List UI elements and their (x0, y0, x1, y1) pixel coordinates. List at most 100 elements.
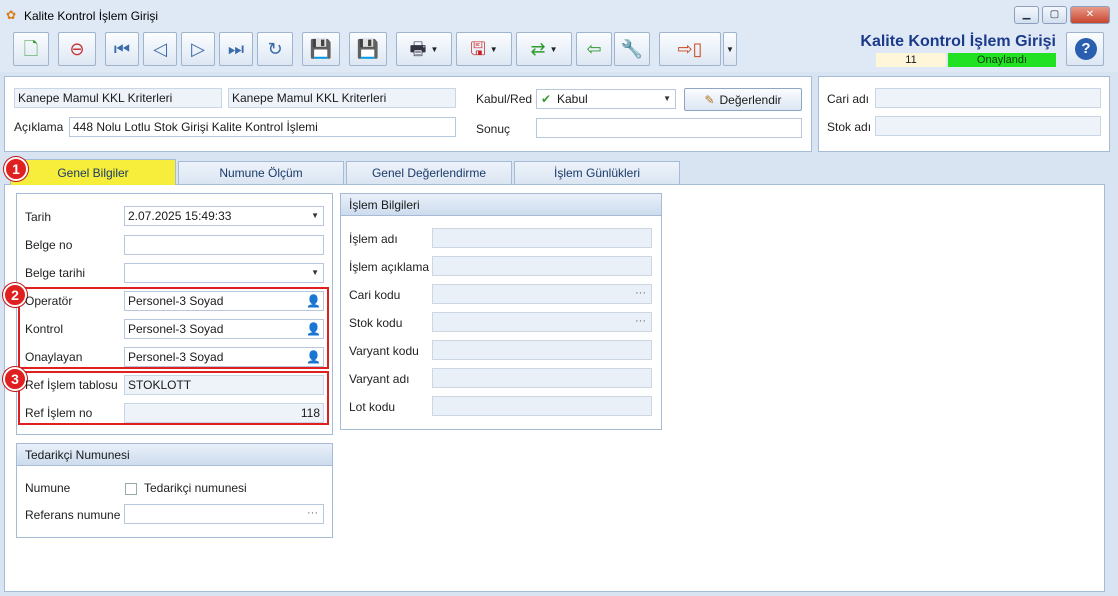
help-button[interactable]: ? (1066, 32, 1104, 66)
sonuc-label: Sonuç (476, 122, 511, 136)
stok-kodu-label: Stok kodu (349, 316, 403, 330)
close-button[interactable]: ✕ (1070, 6, 1110, 24)
tab-numune-olcum[interactable]: Numune Ölçüm (178, 161, 344, 184)
onaylayan-value: Personel-3 Soyad (128, 350, 224, 364)
save-cancel-icon: 💾 (356, 39, 380, 59)
kontrol-label: Kontrol (25, 322, 64, 336)
tarih-label: Tarih (25, 210, 52, 224)
previous-record-button[interactable]: ◁ (143, 32, 177, 66)
marker-2: 2 (3, 283, 27, 307)
import-export-button[interactable]: ⇄ ▼ (516, 32, 572, 66)
referans-numune-field[interactable]: ··· (124, 504, 324, 524)
kontrol-field[interactable]: Personel-3 Soyad 👤 (124, 319, 324, 339)
islem-aciklama-label: İşlem açıklama (349, 260, 430, 274)
first-record-button[interactable]: ⏮ (105, 32, 139, 66)
kabul-red-select[interactable]: ✔ Kabul ▼ (536, 89, 676, 109)
check-icon: ✔ (541, 92, 552, 106)
ref-islem-no-field: 118 (124, 403, 324, 423)
transfer-icon: ⇄ (530, 39, 546, 59)
stok-adi-label: Stok adı (827, 120, 872, 134)
islem-adi-label: İşlem adı (349, 232, 398, 246)
varyant-kodu-field (432, 340, 652, 360)
title-bar (0, 0, 1118, 30)
printer-icon: 🖶 (409, 39, 427, 59)
belge-tarihi-label: Belge tarihi (25, 266, 86, 280)
chevron-down-icon: ▼ (430, 44, 439, 54)
tedarikci-numunesi-checkbox[interactable] (125, 483, 137, 495)
onaylayan-field[interactable]: Personel-3 Soyad 👤 (124, 347, 324, 367)
chevron-down-icon: ▼ (311, 211, 319, 220)
sonuc-input[interactable] (536, 118, 802, 138)
person-lookup-icon[interactable]: 👤 (306, 322, 321, 336)
ellipsis-icon: ··· (635, 315, 646, 327)
marker-1: 1 (4, 157, 28, 181)
criteria-code-field: Kanepe Mamul KKL Kriterleri (14, 88, 222, 108)
record-number: 11 (876, 53, 946, 67)
operator-field[interactable]: Personel-3 Soyad 👤 (124, 291, 324, 311)
maximize-button[interactable]: ▢ (1042, 6, 1067, 24)
marker-3: 3 (3, 367, 27, 391)
varyant-kodu-label: Varyant kodu (349, 344, 419, 358)
exit-button[interactable]: ⇨▯ (659, 32, 721, 66)
settings-button[interactable]: 🔧 (614, 32, 650, 66)
chevron-down-icon: ▼ (549, 44, 558, 54)
back-arrow-icon: ⇦ (586, 39, 602, 59)
tab-genel-bilgiler[interactable]: Genel Bilgiler (10, 159, 176, 185)
person-lookup-icon[interactable]: 👤 (306, 350, 321, 364)
tab-islem-gunlukleri[interactable]: İşlem Günlükleri (514, 161, 680, 184)
kabul-red-value: Kabul (557, 92, 588, 106)
pdf-export-button[interactable]: 🖫 ▼ (456, 32, 512, 66)
ellipsis-icon[interactable]: ··· (307, 505, 318, 522)
tarih-value: 2.07.2025 15:49:33 (128, 209, 232, 223)
criteria-name-field: Kanepe Mamul KKL Kriterleri (228, 88, 456, 108)
operator-label: Operatör (25, 294, 73, 308)
save-close-button[interactable]: 💾 (349, 32, 387, 66)
last-record-button[interactable]: ⏭ (219, 32, 253, 66)
kabul-red-label: Kabul/Red (476, 92, 533, 106)
belge-no-input[interactable] (124, 235, 324, 255)
delete-document-icon: ⊖ (69, 39, 85, 59)
delete-record-button[interactable]: ⊖ (58, 32, 96, 66)
islem-aciklama-field (432, 256, 652, 276)
numune-label: Numune (25, 481, 71, 495)
add-document-icon: 🗋 (23, 39, 39, 59)
save-button[interactable]: 💾 (302, 32, 340, 66)
status-badge: Onaylandı (948, 53, 1056, 67)
print-button[interactable]: 🖶 ▼ (396, 32, 452, 66)
referans-numune-label: Referans numune (25, 508, 121, 522)
window-title: Kalite Kontrol İşlem Girişi (24, 9, 159, 23)
islem-bilgileri-header: İşlem Bilgileri (341, 194, 661, 216)
new-record-button[interactable]: 🗋 (13, 32, 49, 66)
cari-kodu-field: ··· (432, 284, 652, 304)
chevron-down-icon: ▼ (489, 44, 498, 54)
stok-kodu-field: ··· (432, 312, 652, 332)
cari-adi-label: Cari adı (827, 92, 870, 106)
islem-adi-field (432, 228, 652, 248)
minimize-button[interactable]: ▁ (1014, 6, 1039, 24)
varyant-adi-label: Varyant adı (349, 372, 410, 386)
next-icon: ▷ (191, 39, 205, 59)
last-icon: ⏭ (227, 39, 245, 59)
operator-value: Personel-3 Soyad (128, 294, 224, 308)
exit-dropdown-button[interactable]: ▼ (723, 32, 737, 66)
degerlendir-button[interactable]: ✎ Değerlendir (684, 88, 802, 111)
aciklama-label: Açıklama (14, 120, 64, 134)
exit-door-icon: ⇨▯ (677, 39, 703, 59)
wrench-icon: 🔧 (620, 39, 644, 59)
chevron-down-icon: ▼ (726, 44, 734, 54)
ellipsis-icon: ··· (635, 287, 646, 299)
stok-adi-field (875, 116, 1101, 136)
refresh-button[interactable]: ↻ (257, 32, 293, 66)
kontrol-value: Personel-3 Soyad (128, 322, 224, 336)
back-button[interactable]: ⇦ (576, 32, 612, 66)
chevron-down-icon: ▼ (311, 268, 319, 277)
belge-tarihi-date-picker[interactable]: ▼ (124, 263, 324, 283)
lot-kodu-field (432, 396, 652, 416)
tab-genel-degerlendirme[interactable]: Genel Değerlendirme (346, 161, 512, 184)
varyant-adi-field (432, 368, 652, 388)
ref-islem-tablosu-field: STOKLOTT (124, 375, 324, 395)
person-lookup-icon[interactable]: 👤 (306, 294, 321, 308)
aciklama-input[interactable]: 448 Nolu Lotlu Stok Girişi Kalite Kontro… (69, 117, 456, 137)
tarih-date-picker[interactable]: 2.07.2025 15:49:33 ▼ (124, 206, 324, 226)
next-record-button[interactable]: ▷ (181, 32, 215, 66)
